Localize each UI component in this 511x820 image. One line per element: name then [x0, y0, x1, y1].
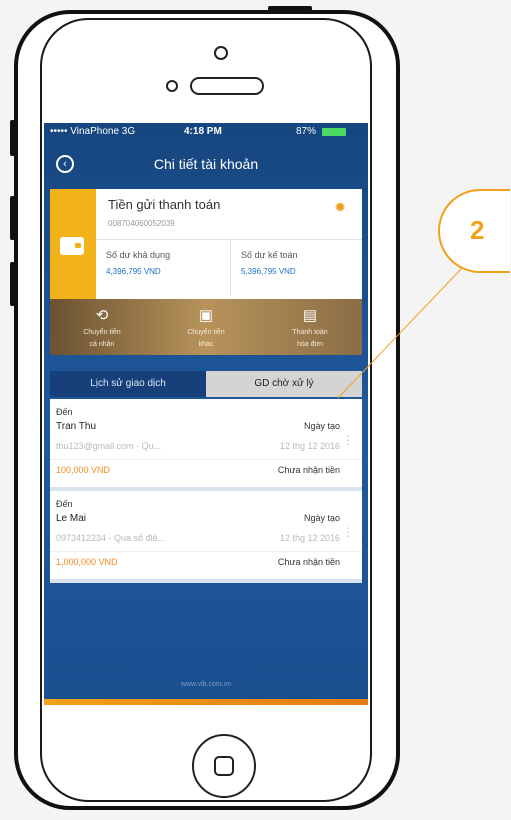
callout-leader-line — [337, 267, 463, 399]
callout-number: 2 — [470, 215, 485, 245]
